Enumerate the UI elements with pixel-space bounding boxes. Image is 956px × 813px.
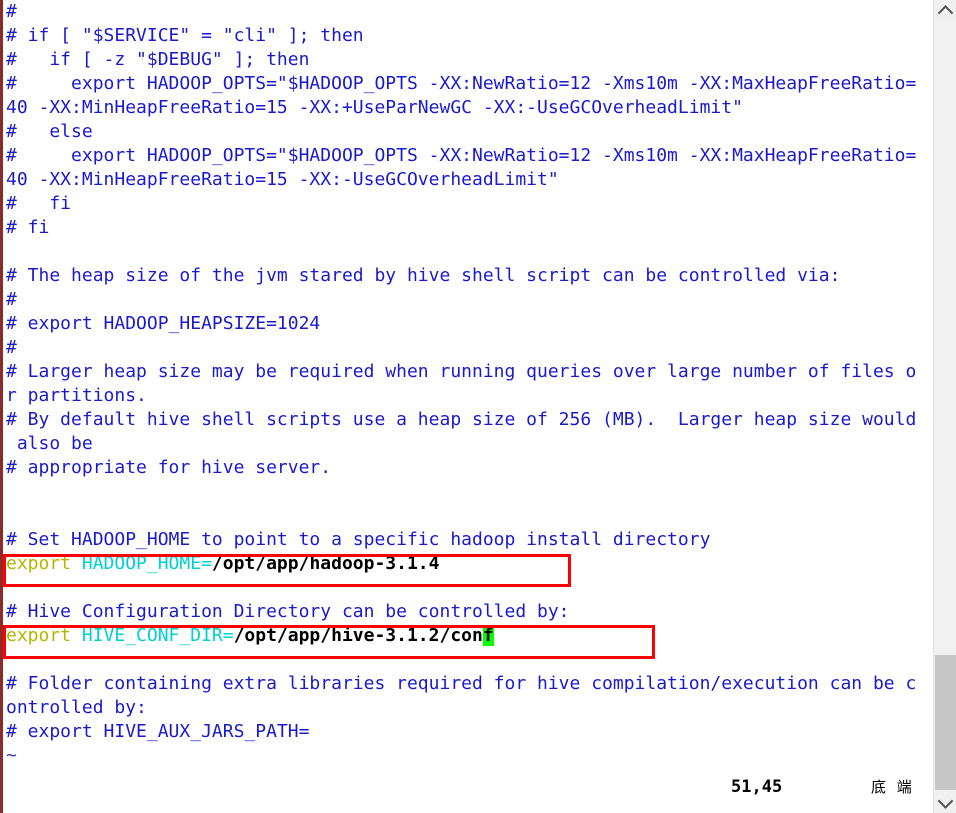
scrollbar-thumb[interactable] <box>935 655 956 790</box>
line-segment <box>6 505 17 526</box>
editor-line[interactable]: # export HADOOP_HEAPSIZE=1024 <box>3 312 933 336</box>
line-segment: # By default hive shell scripts use a he… <box>6 409 917 430</box>
text-editor-buffer[interactable]: # # if [ "$SERVICE" = "cli" ]; then # if [… <box>3 0 933 813</box>
line-segment: r partitions. <box>6 385 147 406</box>
chevron-up-icon <box>937 4 953 21</box>
line-segment: export <box>6 553 82 574</box>
editor-line[interactable]: # The heap size of the jvm stared by hiv… <box>3 264 933 288</box>
editor-line[interactable] <box>3 648 933 672</box>
chevron-down-icon <box>937 792 953 809</box>
editor-line[interactable]: # export HADOOP_OPTS="$HADOOP_OPTS -XX:N… <box>3 144 933 168</box>
editor-line[interactable]: export HADOOP_HOME=/opt/app/hadoop-3.1.4 <box>3 552 933 576</box>
editor-line[interactable]: ~ <box>3 744 933 768</box>
editor-line[interactable]: ontrolled by: <box>3 696 933 720</box>
editor-line[interactable]: # if [ -z "$DEBUG" ]; then <box>3 48 933 72</box>
line-segment <box>6 481 17 502</box>
line-segment: # Larger heap size may be required when … <box>6 361 917 382</box>
scroll-up-arrow-icon[interactable] <box>934 0 956 22</box>
line-segment: export <box>6 625 82 646</box>
line-segment: # Set HADOOP_HOME to point to a specific… <box>6 529 711 550</box>
editor-line[interactable]: # fi <box>3 192 933 216</box>
line-segment: # else <box>6 121 93 142</box>
editor-line[interactable]: also be <box>3 432 933 456</box>
editor-line[interactable]: # fi <box>3 216 933 240</box>
file-position-indicator: 底 端 <box>871 778 915 796</box>
editor-line[interactable]: 40 -XX:MinHeapFreeRatio=15 -XX:+UseParNe… <box>3 96 933 120</box>
line-segment: # export HADOOP_OPTS="$HADOOP_OPTS -XX:N… <box>6 145 917 166</box>
line-segment: /opt/app/hive-3.1.2/con <box>233 625 483 646</box>
line-segment: /opt/app/hadoop-3.1.4 <box>211 553 440 574</box>
line-segment: # export HIVE_AUX_JARS_PATH= <box>6 721 310 742</box>
line-segment: # <box>6 1 17 22</box>
line-segment: # appropriate for hive server. <box>6 457 332 478</box>
line-segment: # fi <box>6 217 50 238</box>
editor-line[interactable] <box>3 480 933 504</box>
line-segment: 40 -XX:MinHeapFreeRatio=15 -XX:+UseParNe… <box>6 97 743 118</box>
line-segment: # <box>6 289 17 310</box>
editor-line[interactable] <box>3 576 933 600</box>
cursor-position-indicator: 51,45 <box>731 777 783 797</box>
line-segment: # if [ "$SERVICE" = "cli" ]; then <box>6 25 364 46</box>
line-segment <box>6 649 17 670</box>
editor-line[interactable] <box>3 240 933 264</box>
editor-window: # # if [ "$SERVICE" = "cli" ]; then # if [… <box>0 0 956 813</box>
editor-line[interactable]: # Larger heap size may be required when … <box>3 360 933 384</box>
line-segment: # <box>6 337 17 358</box>
status-bar: 51,45 底 端 <box>3 772 933 802</box>
editor-line[interactable]: # appropriate for hive server. <box>3 456 933 480</box>
editor-line[interactable]: # if [ "$SERVICE" = "cli" ]; then <box>3 24 933 48</box>
line-segment: # fi <box>6 193 72 214</box>
line-segment <box>6 241 17 262</box>
line-segment: # if [ -z "$DEBUG" ]; then <box>6 49 310 70</box>
line-segment: ~ <box>6 745 17 766</box>
editor-line[interactable]: # else <box>3 120 933 144</box>
line-segment: # Hive Configuration Directory can be co… <box>6 601 570 622</box>
line-segment <box>6 577 17 598</box>
line-segment: also be <box>6 433 93 454</box>
line-segment: # export HADOOP_HEAPSIZE=1024 <box>6 313 321 334</box>
line-segment: 40 -XX:MinHeapFreeRatio=15 -XX:-UseGCOve… <box>6 169 559 190</box>
text-cursor: f <box>482 625 494 646</box>
editor-line[interactable]: # <box>3 336 933 360</box>
scrollbar-track[interactable] <box>935 22 956 655</box>
editor-line[interactable]: # export HIVE_AUX_JARS_PATH= <box>3 720 933 744</box>
editor-line[interactable]: # Hive Configuration Directory can be co… <box>3 600 933 624</box>
line-segment: ontrolled by: <box>6 697 147 718</box>
line-segment: HIVE_CONF_DIR= <box>81 625 234 646</box>
line-segment: # export HADOOP_OPTS="$HADOOP_OPTS -XX:N… <box>6 73 917 94</box>
editor-line[interactable]: # <box>3 0 933 24</box>
editor-line[interactable]: # export HADOOP_OPTS="$HADOOP_OPTS -XX:N… <box>3 72 933 96</box>
line-segment: HADOOP_HOME= <box>81 553 212 574</box>
editor-line[interactable]: # Set HADOOP_HOME to point to a specific… <box>3 528 933 552</box>
editor-line[interactable]: 40 -XX:MinHeapFreeRatio=15 -XX:-UseGCOve… <box>3 168 933 192</box>
editor-line[interactable]: # <box>3 288 933 312</box>
line-segment: # The heap size of the jvm stared by hiv… <box>6 265 841 286</box>
editor-line[interactable]: # Folder containing extra libraries requ… <box>3 672 933 696</box>
editor-line[interactable] <box>3 504 933 528</box>
editor-line[interactable]: # By default hive shell scripts use a he… <box>3 408 933 432</box>
editor-line[interactable]: export HIVE_CONF_DIR=/opt/app/hive-3.1.2… <box>3 624 933 648</box>
scroll-down-arrow-icon[interactable] <box>934 791 956 813</box>
editor-line[interactable]: r partitions. <box>3 384 933 408</box>
line-segment: # Folder containing extra libraries requ… <box>6 673 917 694</box>
vertical-scrollbar[interactable] <box>933 0 956 813</box>
